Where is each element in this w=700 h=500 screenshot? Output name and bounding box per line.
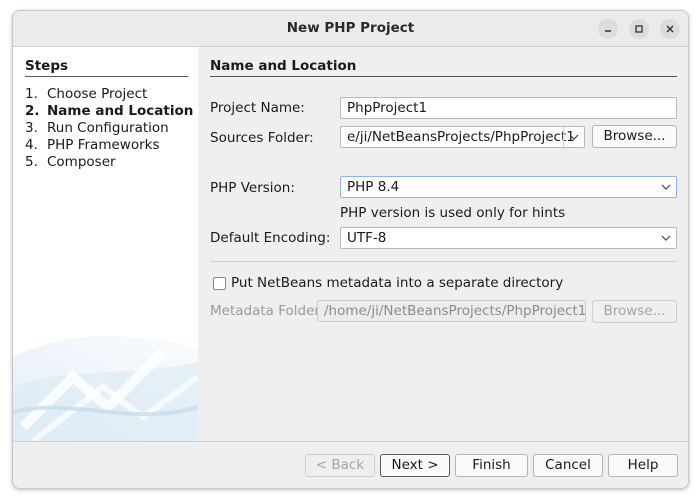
steps-title: Steps: [25, 58, 69, 74]
step-label: Composer: [47, 154, 116, 170]
steps-list: 1. Choose Project 2. Name and Location 3. R…: [25, 86, 193, 171]
step-number: 4.: [25, 137, 38, 153]
name-and-location-panel: Name and Location Project Name: PhpProje…: [198, 47, 688, 441]
php-version-hint: PHP version is used only for hints: [340, 205, 566, 221]
dialog-footer: < Back Next > Finish Cancel Help: [13, 441, 688, 488]
help-button[interactable]: Help: [608, 454, 678, 477]
default-encoding-select[interactable]: UTF-8: [340, 227, 677, 249]
steps-panel: Steps 1. Choose Project 2. Name and Locati…: [13, 47, 198, 441]
netbeans-watermark-graphic: [13, 336, 198, 441]
title-bar: New PHP Project: [13, 11, 688, 47]
maximize-button[interactable]: [629, 19, 649, 39]
step-number: 5.: [25, 154, 38, 170]
cancel-button[interactable]: Cancel: [533, 454, 603, 477]
php-version-select[interactable]: PHP 8.4: [340, 176, 677, 198]
step-label: Choose Project: [47, 86, 148, 102]
step-number: 2.: [25, 103, 40, 119]
new-php-project-dialog: New PHP Project Steps 1. Choose Project 2…: [12, 10, 689, 489]
default-encoding-label: Default Encoding:: [210, 230, 331, 246]
step-composer: 5. Composer: [25, 154, 193, 171]
chevron-down-icon: [656, 228, 676, 248]
step-label: PHP Frameworks: [47, 137, 160, 153]
php-version-label: PHP Version:: [210, 180, 295, 196]
chevron-down-icon: [656, 177, 676, 197]
form-separator: [210, 261, 677, 262]
step-label: Run Configuration: [47, 120, 169, 136]
sources-folder-value: e/ji/NetBeansProjects/PhpProject1: [347, 129, 575, 145]
next-button[interactable]: Next >: [380, 454, 450, 477]
close-button[interactable]: [660, 19, 680, 39]
close-icon: [666, 25, 674, 33]
metadata-checkbox[interactable]: [213, 277, 226, 290]
metadata-browse-button[interactable]: Browse...: [592, 300, 677, 323]
steps-divider: [25, 76, 188, 77]
sources-folder-combo[interactable]: e/ji/NetBeansProjects/PhpProject1: [340, 126, 585, 148]
step-name-and-location: 2. Name and Location: [25, 103, 193, 120]
section-title: Name and Location: [210, 58, 357, 74]
maximize-icon: [635, 25, 643, 33]
step-choose-project: 1. Choose Project: [25, 86, 193, 103]
metadata-checkbox-label[interactable]: Put NetBeans metadata into a separate di…: [231, 275, 563, 291]
chevron-down-icon[interactable]: [564, 127, 584, 147]
finish-button[interactable]: Finish: [455, 454, 528, 477]
php-version-value: PHP 8.4: [347, 179, 400, 195]
sources-folder-label: Sources Folder:: [210, 130, 314, 146]
minimize-button[interactable]: [598, 19, 618, 39]
section-divider: [210, 76, 677, 77]
minimize-icon: [605, 30, 611, 32]
window-title: New PHP Project: [286, 20, 415, 36]
metadata-folder-field[interactable]: /home/ji/NetBeansProjects/PhpProject1: [317, 300, 586, 322]
metadata-folder-label: Metadata Folder:: [210, 303, 325, 319]
step-label: Name and Location: [47, 103, 194, 119]
default-encoding-value: UTF-8: [347, 230, 387, 246]
back-button[interactable]: < Back: [305, 454, 375, 477]
step-number: 1.: [25, 86, 38, 102]
project-name-label: Project Name:: [210, 100, 305, 116]
step-php-frameworks: 4. PHP Frameworks: [25, 137, 193, 154]
step-run-configuration: 3. Run Configuration: [25, 120, 193, 137]
sources-browse-button[interactable]: Browse...: [592, 125, 677, 148]
step-number: 3.: [25, 120, 38, 136]
project-name-field[interactable]: PhpProject1: [340, 97, 677, 119]
